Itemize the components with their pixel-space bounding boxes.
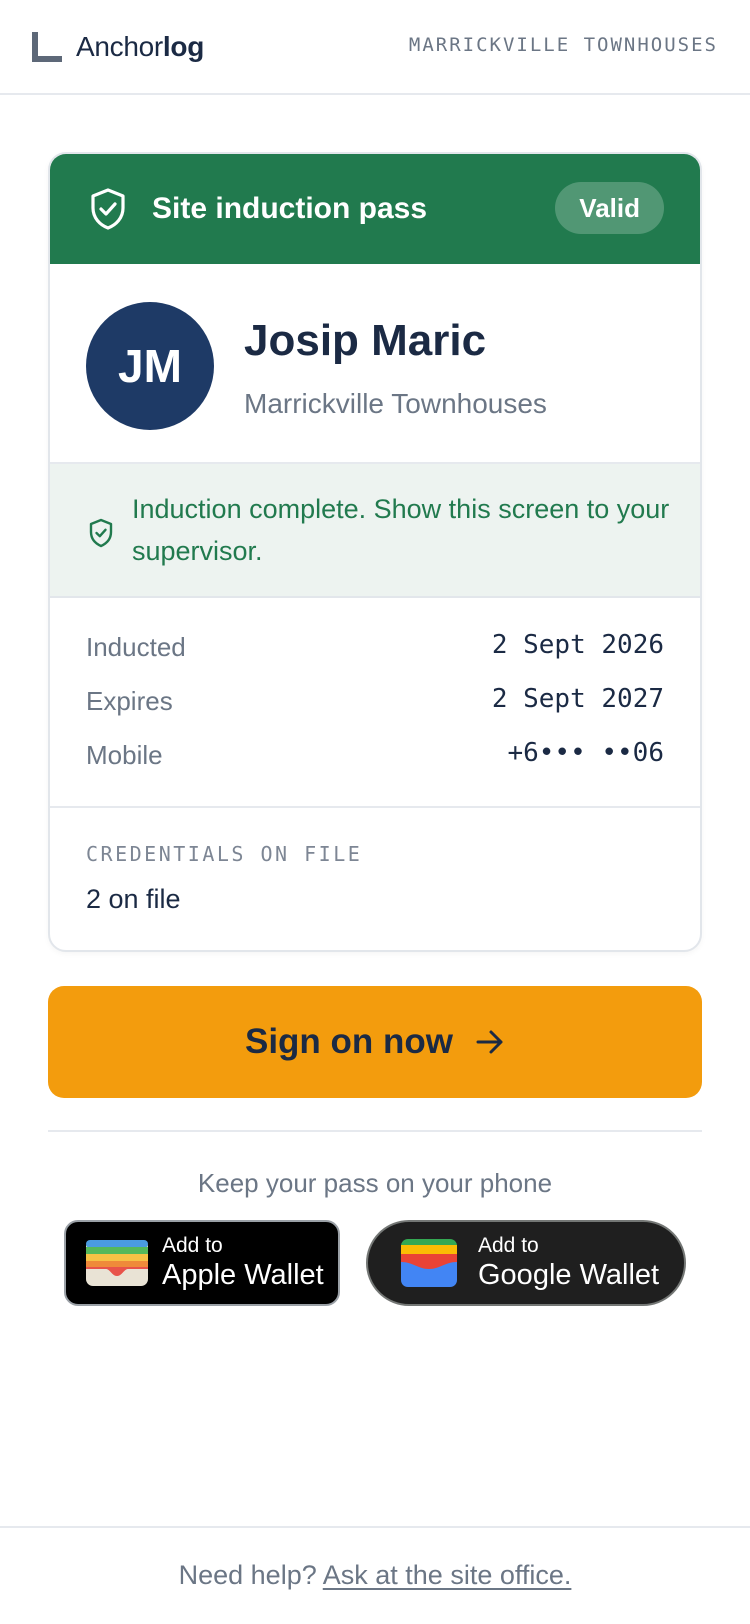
- logo-text: Anchorlog: [76, 31, 204, 63]
- person-site: Marrickville Townhouses: [244, 388, 547, 419]
- detail-label: Expires: [86, 686, 173, 716]
- help-text: Need help? Ask at the site office.: [0, 1560, 750, 1591]
- induction-pass-card: Site induction pass Valid JM Josip Maric…: [48, 152, 702, 952]
- detail-value: +6••• ••06: [507, 738, 664, 768]
- detail-label: Mobile: [86, 740, 163, 770]
- induction-notice: Induction complete. Show this screen to …: [50, 464, 700, 598]
- site-name: MARRICKVILLE TOWNHOUSES: [408, 34, 718, 56]
- detail-value: 2 Sept 2027: [491, 684, 664, 714]
- detail-row-inducted: Inducted 2 Sept 2026: [86, 626, 664, 666]
- detail-row-expires: Expires 2 Sept 2027: [86, 680, 664, 720]
- logo-text-regular: Anchor: [76, 31, 163, 62]
- credentials-value: 2 on file: [86, 884, 181, 914]
- credentials-label: CREDENTIALS ON FILE: [86, 842, 363, 866]
- avatar: JM: [86, 302, 214, 430]
- apple-wallet-big: Apple Wallet: [162, 1259, 324, 1291]
- logo-text-bold: log: [162, 31, 205, 62]
- notice-text: Induction complete. Show this screen to …: [132, 494, 670, 566]
- sign-on-label: Sign on now: [244, 1022, 454, 1061]
- detail-label: Inducted: [86, 632, 186, 662]
- shield-check-icon: [88, 187, 128, 231]
- google-wallet-icon: [400, 1238, 458, 1288]
- google-wallet-text: Add to Google Wallet: [478, 1234, 659, 1292]
- anchor-logo-icon: [32, 32, 62, 62]
- apple-wallet-icon: [84, 1238, 150, 1288]
- add-to-google-wallet-button[interactable]: Add to Google Wallet: [366, 1220, 686, 1306]
- person-section: JM Josip Maric Marrickville Townhouses: [50, 264, 700, 464]
- pass-details: Inducted 2 Sept 2026 Expires 2 Sept 2027…: [50, 598, 700, 808]
- detail-value: 2 Sept 2026: [491, 630, 664, 660]
- arrow-right-icon: [475, 1029, 505, 1055]
- detail-row-mobile: Mobile +6••• ••06: [86, 734, 664, 774]
- person-name: Josip Maric: [244, 316, 487, 365]
- google-wallet-big: Google Wallet: [478, 1259, 660, 1291]
- sign-on-button[interactable]: Sign on now: [48, 986, 702, 1098]
- apple-wallet-text: Add to Apple Wallet: [162, 1234, 324, 1292]
- top-bar: Anchorlog MARRICKVILLE TOWNHOUSES: [0, 0, 750, 95]
- wallet-prompt: Keep your pass on your phone: [197, 1168, 553, 1198]
- help-label: Need help?: [178, 1560, 317, 1590]
- divider: [48, 1130, 702, 1132]
- footer: Need help? Ask at the site office.: [0, 1526, 750, 1624]
- credentials-section: CREDENTIALS ON FILE 2 on file: [50, 808, 700, 948]
- add-to-apple-wallet-button[interactable]: Add to Apple Wallet: [64, 1220, 340, 1306]
- app-logo[interactable]: Anchorlog: [32, 30, 204, 64]
- shield-check-icon: [88, 518, 114, 548]
- status-badge: Valid: [555, 182, 664, 234]
- pass-title: Site induction pass: [152, 192, 428, 225]
- site-office-link[interactable]: Ask at the site office.: [323, 1560, 572, 1590]
- apple-wallet-small: Add to: [162, 1234, 223, 1257]
- pass-header: Site induction pass Valid: [50, 154, 700, 264]
- google-wallet-small: Add to: [478, 1234, 539, 1257]
